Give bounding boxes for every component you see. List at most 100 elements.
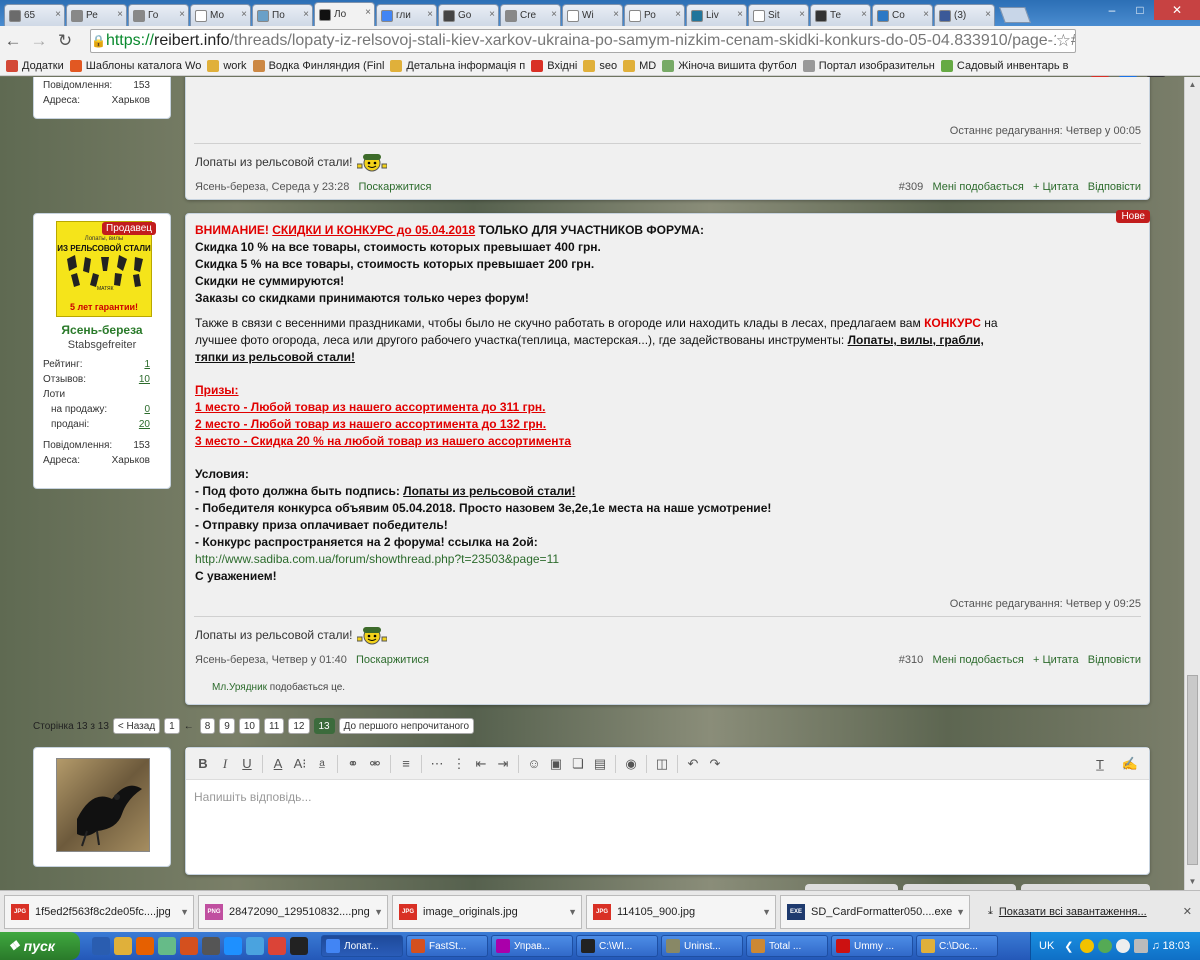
taskbar-button[interactable]: FastSt... <box>406 935 488 957</box>
quicklaunch-icon[interactable] <box>114 937 132 955</box>
reply-input[interactable]: Напишіть відповідь... <box>186 780 1149 814</box>
browser-tab[interactable]: Ро × <box>624 4 685 26</box>
browser-tab[interactable]: Те × <box>810 4 871 26</box>
browser-tab[interactable]: Cre × <box>500 4 561 26</box>
tab-close-icon[interactable]: × <box>675 9 681 20</box>
stat-value[interactable]: 20 <box>139 417 150 432</box>
back-icon[interactable]: ← <box>0 31 26 51</box>
browser-tab[interactable]: Sit × <box>748 4 809 26</box>
close-downloads-icon[interactable]: ✕ <box>1183 905 1192 918</box>
browser-tab[interactable]: По × <box>252 4 313 26</box>
browser-tab[interactable]: Go × <box>438 4 499 26</box>
bold-icon[interactable]: B <box>192 753 214 775</box>
first-unread-button[interactable]: До першого непрочитаного <box>338 718 475 734</box>
quicklaunch-icon[interactable] <box>202 937 220 955</box>
page-button[interactable]: 8 <box>199 718 216 734</box>
download-menu-icon[interactable]: ▼ <box>180 907 189 917</box>
reply-link[interactable]: Відповісти <box>1088 654 1141 666</box>
browser-tab[interactable]: Со × <box>872 4 933 26</box>
browser-tab[interactable]: Го × <box>128 4 189 26</box>
quicklaunch-icon[interactable] <box>92 937 110 955</box>
image-icon[interactable]: ▣ <box>545 753 567 775</box>
tray-expand-icon[interactable]: ❮ <box>1064 940 1073 953</box>
font-family-icon[interactable]: a̲ <box>311 753 333 775</box>
download-item[interactable]: JPG 1f5ed2f563f8c2de05fc....jpg ▼ <box>4 894 194 929</box>
post-number-link[interactable]: #309 <box>899 181 923 193</box>
volume-icon[interactable]: ♫ <box>1152 940 1160 952</box>
indent-icon[interactable]: ⇥ <box>492 753 514 775</box>
forum-link[interactable]: http://www.sadiba.com.ua/forum/showthrea… <box>195 551 1140 568</box>
numbered-list-icon[interactable]: ⋮ <box>448 753 470 775</box>
tab-close-icon[interactable]: × <box>861 9 867 20</box>
stat-value[interactable]: 0 <box>144 402 150 417</box>
forward-icon[interactable]: → <box>26 31 52 51</box>
tab-close-icon[interactable]: × <box>427 9 433 20</box>
scroll-down-icon[interactable]: ▼ <box>1185 874 1200 890</box>
download-item[interactable]: PNG 28472090_129510832....png ▼ <box>198 894 388 929</box>
bookmark-item[interactable]: seo <box>583 59 617 72</box>
tab-close-icon[interactable]: × <box>179 9 185 20</box>
download-item[interactable]: EXE SD_CardFormatter050....exe ▼ <box>780 894 970 929</box>
download-item[interactable]: JPG image_originals.jpg ▼ <box>392 894 582 929</box>
taskbar-button[interactable]: Лопат... <box>321 935 403 957</box>
quicklaunch-icon[interactable] <box>290 937 308 955</box>
username-link[interactable]: Ясень-береза <box>34 323 170 337</box>
prev-page-button[interactable]: < Назад <box>112 718 161 734</box>
liker-link[interactable]: Мл.Урядник <box>212 682 267 693</box>
taskbar-button[interactable]: Управ... <box>491 935 573 957</box>
bookmark-item[interactable]: Вхідні <box>531 59 577 72</box>
page-button[interactable]: 11 <box>263 718 285 734</box>
post-number-link[interactable]: #310 <box>899 654 923 666</box>
bookmark-item[interactable]: Шаблоны каталога Wo <box>69 59 201 72</box>
browser-tab[interactable]: Ло × <box>314 2 375 26</box>
tab-close-icon[interactable]: × <box>55 9 61 20</box>
reload-icon[interactable]: ↻ <box>52 31 78 51</box>
browser-tab[interactable]: гли × <box>376 4 437 26</box>
page-button[interactable]: 10 <box>238 718 260 734</box>
maximize-icon[interactable]: □ <box>1126 0 1154 20</box>
save-draft-icon[interactable]: ◫ <box>651 753 673 775</box>
undo-icon[interactable]: ↶ <box>682 753 704 775</box>
media-icon[interactable]: ❏ <box>567 753 589 775</box>
bookmark-item[interactable]: Жіноча вишита футбол <box>662 59 797 72</box>
source-icon[interactable]: ✍ <box>1119 753 1141 775</box>
browser-tab[interactable]: Ре × <box>66 4 127 26</box>
download-menu-icon[interactable]: ▼ <box>568 907 577 917</box>
stat-value[interactable]: 10 <box>139 372 150 387</box>
tray-icon[interactable] <box>1079 939 1094 953</box>
outdent-icon[interactable]: ⇤ <box>470 753 492 775</box>
download-menu-icon[interactable]: ▼ <box>762 907 771 917</box>
clock[interactable]: 18:03 <box>1162 940 1190 952</box>
font-color-icon[interactable]: A <box>267 753 289 775</box>
camera-icon[interactable]: ◉ <box>620 753 642 775</box>
bookmark-star-icon[interactable]: ☆ <box>1055 31 1071 51</box>
download-item[interactable]: JPG 114105_900.jpg ▼ <box>586 894 776 929</box>
page-ellipsis[interactable]: ← <box>184 721 194 732</box>
browser-tab[interactable]: (3) × <box>934 4 995 26</box>
stat-value[interactable]: 1 <box>144 357 150 372</box>
page-scrollbar[interactable]: ▲ ▼ <box>1184 77 1200 890</box>
post-author-link[interactable]: Ясень-береза <box>195 181 265 193</box>
scroll-up-icon[interactable]: ▲ <box>1185 77 1200 93</box>
taskbar-button[interactable]: C:\Doc... <box>916 935 998 957</box>
redo-icon[interactable]: ↷ <box>704 753 726 775</box>
reply-link[interactable]: Відповісти <box>1088 181 1141 193</box>
avatar[interactable]: Лопаты, вилы ИЗ РЕЛЬСОВОЙ СТАЛИ МАТЯК 5 … <box>56 221 152 317</box>
report-link[interactable]: Поскаржитися <box>356 654 429 666</box>
taskbar-button[interactable]: Uninst... <box>661 935 743 957</box>
font-size-icon[interactable]: A⁝ <box>289 753 311 775</box>
browser-tab[interactable]: Liv × <box>686 4 747 26</box>
ie-icon[interactable] <box>224 937 242 955</box>
insert-icon[interactable]: ▤ <box>589 753 611 775</box>
chrome-icon[interactable] <box>268 937 286 955</box>
new-tab-button[interactable] <box>999 7 1031 23</box>
remove-format-icon[interactable]: T̲ <box>1089 753 1111 775</box>
smiley-insert-icon[interactable]: ☺ <box>523 753 545 775</box>
taskbar-button[interactable]: C:\WI... <box>576 935 658 957</box>
tab-close-icon[interactable]: × <box>117 9 123 20</box>
tray-icon[interactable] <box>1115 939 1130 953</box>
download-menu-icon[interactable]: ▼ <box>956 907 965 917</box>
bullet-list-icon[interactable]: ⋯ <box>426 753 448 775</box>
tab-close-icon[interactable]: × <box>799 9 805 20</box>
taskbar-button[interactable]: Ummy ... <box>831 935 913 957</box>
